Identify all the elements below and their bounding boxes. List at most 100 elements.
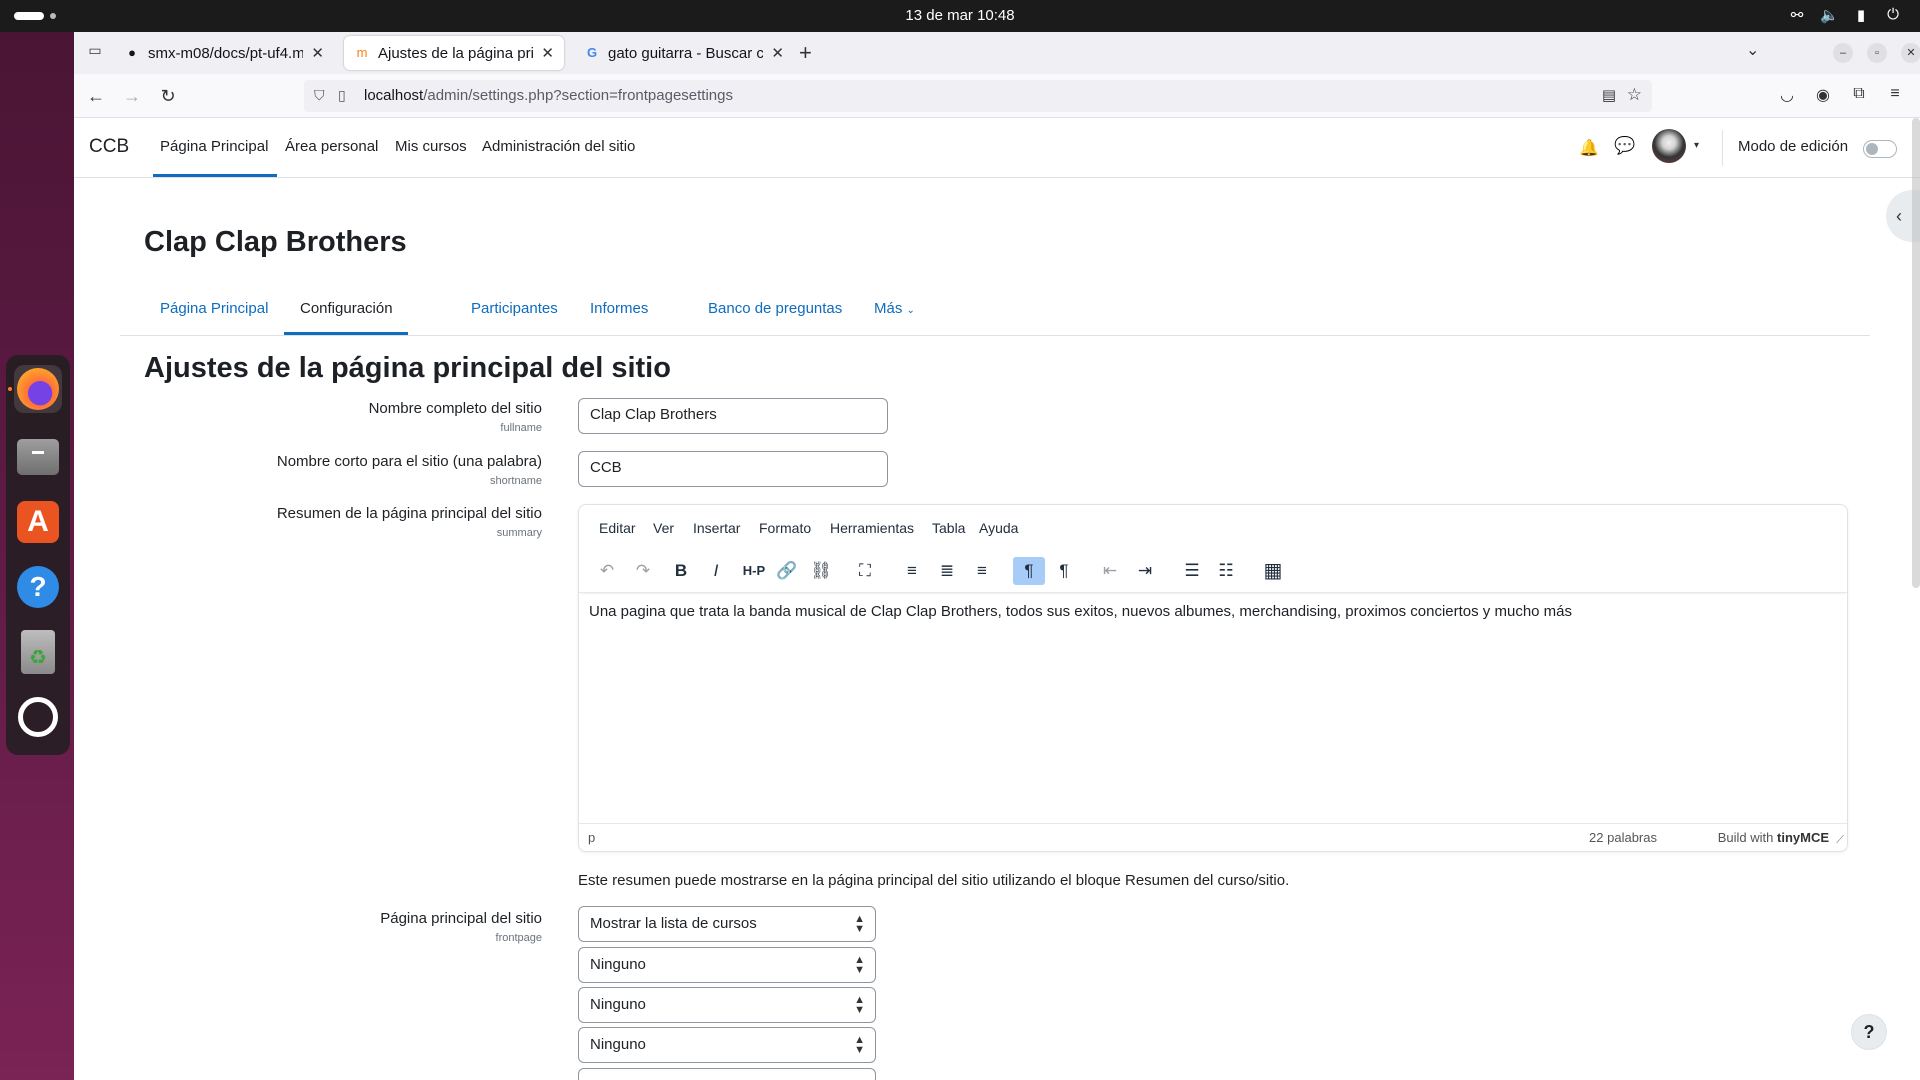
browser-tab-moodle[interactable]: m Ajustes de la página principal ✕ [344, 36, 564, 70]
hamburger-menu-icon[interactable]: ≡ [1884, 85, 1906, 107]
align-right-icon[interactable]: ≡ [966, 557, 998, 585]
editor-content-area[interactable]: Una pagina que trata la banda musical de… [589, 603, 1837, 620]
italic-icon[interactable]: I [700, 557, 732, 585]
google-icon: G [586, 45, 598, 60]
frontpage-select-1[interactable]: Mostrar la lista de cursos ▲ ▼ [578, 906, 876, 942]
files-icon[interactable] [14, 433, 62, 481]
outdent-icon[interactable]: ⇤ [1094, 557, 1126, 585]
tinymce-branding[interactable]: Build with tinyMCE [1718, 830, 1829, 845]
close-tab-icon[interactable]: ✕ [541, 44, 554, 62]
pocket-icon[interactable]: ◡ [1776, 85, 1798, 107]
fullname-label: Nombre completo del sitio [368, 400, 542, 417]
frontpage-select-5[interactable] [578, 1068, 876, 1080]
volume-icon[interactable]: 🔈 [1820, 6, 1839, 24]
select-arrows-icon: ▲ ▼ [854, 913, 865, 935]
tab-reports[interactable]: Informes [590, 300, 648, 317]
url-bar[interactable]: ⛉ ▯ localhost/admin/settings.php?section… [304, 80, 1652, 112]
bookmark-star-icon[interactable]: ☆ [1627, 85, 1642, 105]
menu-tools[interactable]: Herramientas [830, 520, 914, 536]
numbered-list-icon[interactable]: ☷ [1210, 557, 1242, 585]
browser-tab-google[interactable]: G gato guitarra - Buscar con Google ✕ [574, 36, 794, 70]
indent-icon[interactable]: ⇥ [1129, 557, 1161, 585]
equation-calculator-icon[interactable]: ▦ [1257, 557, 1289, 585]
page-info-icon[interactable]: ▯ [338, 87, 346, 104]
edit-mode-toggle[interactable] [1863, 140, 1897, 158]
reload-icon[interactable]: ↻ [156, 84, 180, 108]
maximize-icon[interactable]: ▫ [1867, 43, 1887, 63]
back-arrow-icon[interactable]: ← [84, 84, 108, 108]
menu-view[interactable]: Ver [653, 520, 674, 536]
align-left-icon[interactable]: ≡ [896, 557, 928, 585]
frontpage-select-2[interactable]: Ninguno ▲ ▼ [578, 947, 876, 983]
browser-tab-github[interactable]: ● smx-m08/docs/pt-uf4.md ✕ [114, 36, 334, 70]
rtl-direction-icon[interactable]: ¶ [1048, 557, 1080, 585]
dock: A ? ♻ [6, 355, 70, 755]
chevron-down-icon[interactable]: ▾ [1694, 140, 1699, 151]
list-all-tabs-chevron-icon[interactable]: ⌄ [1746, 40, 1759, 60]
firefox-icon[interactable] [14, 365, 62, 413]
h5p-icon[interactable]: H-P [738, 557, 770, 585]
close-tab-icon[interactable]: ✕ [311, 44, 324, 62]
site-brand[interactable]: CCB [89, 136, 129, 158]
notifications-bell-icon[interactable]: 🔔 [1579, 138, 1599, 158]
redo-icon[interactable]: ↷ [627, 557, 659, 585]
help-icon[interactable]: ? [14, 563, 62, 611]
tab-more[interactable]: Más ⌄ [874, 300, 915, 317]
tab-settings[interactable]: Configuración [300, 300, 393, 317]
user-avatar[interactable] [1652, 129, 1686, 163]
nav-my-courses-link[interactable]: Mis cursos [395, 138, 467, 155]
ubuntu-icon[interactable] [14, 693, 62, 741]
menu-edit[interactable]: Editar [599, 520, 636, 536]
select-value: Ninguno [590, 956, 646, 973]
tab-home[interactable]: Página Principal [160, 300, 268, 317]
forward-arrow-icon[interactable]: → [120, 84, 144, 108]
active-tab-indicator [284, 332, 408, 335]
tracking-shield-icon[interactable]: ⛉ [314, 87, 325, 104]
frontpage-select-3[interactable]: Ninguno ▲ ▼ [578, 987, 876, 1023]
reader-view-icon[interactable]: ▤ [1602, 86, 1616, 104]
messages-chat-icon[interactable]: 💬 [1614, 136, 1635, 156]
minimize-icon[interactable]: – [1833, 43, 1853, 63]
power-icon[interactable]: ⏻ [1884, 6, 1902, 24]
system-tray[interactable]: ⚯ 🔈 ▮ ⏻ [1788, 6, 1902, 24]
fullname-input[interactable]: Clap Clap Brothers [578, 398, 888, 434]
close-window-icon[interactable]: ✕ [1901, 43, 1920, 63]
menu-help[interactable]: Ayuda [979, 520, 1018, 536]
bullet-list-icon[interactable]: ☰ [1176, 557, 1208, 585]
nav-dashboard-link[interactable]: Área personal [285, 138, 378, 155]
align-center-icon[interactable]: ≣ [931, 557, 963, 585]
tab-question-bank[interactable]: Banco de preguntas [708, 300, 842, 317]
battery-icon[interactable]: ▮ [1852, 6, 1870, 24]
nav-site-admin-link[interactable]: Administración del sitio [482, 138, 635, 155]
url-text[interactable]: localhost/admin/settings.php?section=fro… [364, 87, 733, 104]
undo-icon[interactable]: ↶ [591, 557, 623, 585]
shortname-input[interactable]: CCB [578, 451, 888, 487]
trash-icon[interactable]: ♻ [14, 628, 62, 676]
new-tab-plus-icon[interactable]: + [799, 40, 812, 66]
page-scrollbar[interactable] [1912, 118, 1920, 588]
menu-insert[interactable]: Insertar [693, 520, 740, 536]
system-clock[interactable]: 13 de mar 10:48 [0, 7, 1920, 24]
summary-key: summary [496, 527, 542, 539]
help-question-icon[interactable]: ? [1851, 1014, 1887, 1050]
unlink-icon[interactable]: ⛓ [805, 557, 837, 585]
firefox-view-icon[interactable]: ▭ [84, 42, 106, 64]
network-icon[interactable]: ⚯ [1788, 6, 1806, 24]
bold-icon[interactable]: B [665, 557, 697, 585]
frontpage-label: Página principal del sitio [380, 910, 542, 927]
extensions-puzzle-icon[interactable]: ⧉ [1848, 85, 1870, 107]
frontpage-select-4[interactable]: Ninguno ▲ ▼ [578, 1027, 876, 1063]
app-center-icon[interactable]: A [14, 498, 62, 546]
menu-table[interactable]: Tabla [932, 520, 965, 536]
close-tab-icon[interactable]: ✕ [771, 44, 784, 62]
account-icon[interactable]: ◉ [1812, 85, 1834, 107]
element-path[interactable]: p [588, 830, 595, 845]
resize-handle-icon[interactable]: ⟋ [1836, 834, 1844, 847]
ltr-direction-icon[interactable]: ¶ [1013, 557, 1045, 585]
word-count[interactable]: 22 palabras [1589, 830, 1657, 845]
nav-home-link[interactable]: Página Principal [160, 138, 268, 155]
fullscreen-icon[interactable]: ⛶ [849, 557, 881, 585]
link-icon[interactable]: 🔗 [771, 557, 803, 585]
tab-participants[interactable]: Participantes [471, 300, 558, 317]
menu-format[interactable]: Formato [759, 520, 811, 536]
